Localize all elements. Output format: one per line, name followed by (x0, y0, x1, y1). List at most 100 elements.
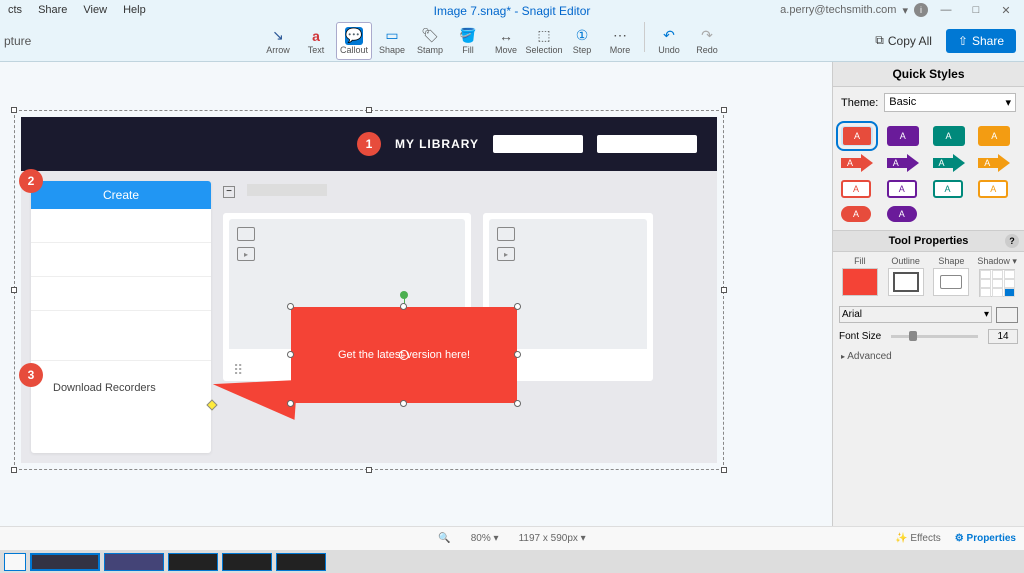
style-outline[interactable]: A (978, 180, 1008, 198)
font-size-slider[interactable] (891, 335, 978, 338)
font-size-input[interactable]: 14 (988, 329, 1018, 344)
callout-handle[interactable] (287, 303, 294, 310)
drag-handle-icon[interactable]: ⠿ (233, 367, 244, 373)
style-outline[interactable]: A (933, 180, 963, 198)
minimize-button[interactable]: — (934, 2, 958, 18)
shadow-swatch[interactable] (979, 269, 1015, 297)
copy-all-button[interactable]: ⧉Copy All (867, 29, 940, 52)
dimensions-display[interactable]: 1197 x 590px ▾ (519, 533, 586, 544)
download-recorders-row[interactable]: 3 Download Recorders (31, 361, 211, 415)
resize-handle[interactable] (11, 107, 17, 113)
canvas-area[interactable]: 1 MY LIBRARY 2 Create 3 (0, 62, 832, 548)
callout-handle[interactable] (400, 303, 407, 310)
theme-select[interactable]: Basic ▾ (884, 93, 1016, 112)
style-arrow[interactable]: A (933, 154, 965, 172)
thumbnail-tray[interactable] (0, 550, 1024, 573)
tool-group: ↘Arrow aText 💬Callout ▭Shape 🏷Stamp 🪣Fil… (260, 22, 725, 60)
resize-handle[interactable] (721, 107, 727, 113)
properties-button[interactable]: ⚙ Properties (955, 533, 1016, 544)
tool-callout[interactable]: 💬Callout (336, 22, 372, 60)
redo-button[interactable]: ↷Redo (689, 22, 725, 60)
info-icon[interactable]: i (914, 3, 928, 17)
resize-handle[interactable] (11, 467, 17, 473)
font-select[interactable]: Arial ▾ (839, 306, 992, 323)
callout-handle[interactable] (400, 400, 407, 407)
help-icon[interactable]: ? (1005, 234, 1019, 248)
selection-icon: ⬚ (535, 27, 553, 45)
callout-handle[interactable] (287, 351, 294, 358)
fill-swatch[interactable] (842, 268, 878, 296)
copy-icon: ⧉ (875, 33, 884, 48)
effects-button[interactable]: ✨ Effects (895, 533, 941, 544)
fill-icon: 🪣 (459, 27, 477, 45)
step-badge-3[interactable]: 3 (19, 363, 43, 387)
resize-handle[interactable] (721, 467, 727, 473)
resize-handle[interactable] (366, 467, 372, 473)
resize-handle[interactable] (11, 287, 17, 293)
tool-shape[interactable]: ▭Shape (374, 22, 410, 60)
style-swatch[interactable]: A (887, 126, 919, 146)
zoom-level[interactable]: 80% ▾ (471, 533, 499, 544)
outline-swatch[interactable] (888, 268, 924, 296)
stamp-icon: 🏷 (421, 27, 439, 45)
step-badge-1[interactable]: 1 (357, 132, 381, 156)
style-arrow[interactable]: A (978, 154, 1010, 172)
zoom-icon[interactable]: 🔍 (438, 533, 450, 544)
shape-swatch[interactable] (933, 268, 969, 296)
resize-handle[interactable] (366, 107, 372, 113)
style-swatch[interactable]: A (978, 126, 1010, 146)
style-outline[interactable]: A (887, 180, 917, 198)
tool-step[interactable]: ①Step (564, 22, 600, 60)
tray-thumb[interactable] (104, 553, 164, 571)
undo-icon: ↶ (660, 27, 678, 45)
step-badge-2[interactable]: 2 (19, 169, 43, 193)
resize-handle[interactable] (721, 287, 727, 293)
tool-selection[interactable]: ⬚Selection (526, 22, 562, 60)
font-color[interactable] (996, 307, 1018, 323)
style-swatch[interactable]: A (933, 126, 965, 146)
tool-move[interactable]: ↔Move (488, 22, 524, 60)
document-selection[interactable]: 1 MY LIBRARY 2 Create 3 (14, 110, 724, 470)
advanced-toggle[interactable]: Advanced (833, 347, 1024, 366)
callout-handle[interactable] (514, 351, 521, 358)
collapse-button[interactable]: − (223, 186, 235, 198)
style-arrow[interactable]: A (841, 154, 873, 172)
menu-item[interactable]: View (75, 4, 115, 16)
style-outline[interactable]: A (841, 180, 871, 198)
menu-item[interactable]: Help (115, 4, 154, 16)
style-swatch[interactable]: A (841, 126, 873, 146)
prop-label: Shape (938, 256, 964, 266)
maximize-button[interactable]: □ (964, 2, 988, 18)
close-button[interactable]: ✕ (994, 2, 1018, 18)
menu-item[interactable]: Share (30, 4, 75, 16)
tray-thumb[interactable] (168, 553, 218, 571)
undo-button[interactable]: ↶Undo (651, 22, 687, 60)
move-icon: ↔ (497, 27, 515, 45)
user-email[interactable]: a.perry@techsmith.com (780, 4, 896, 16)
create-button[interactable]: Create (31, 181, 211, 209)
tray-thumb[interactable] (30, 553, 100, 571)
doc-header: 1 MY LIBRARY (21, 117, 717, 171)
user-dropdown-icon[interactable]: ▾ (902, 4, 908, 17)
callout-tail[interactable] (211, 374, 298, 420)
style-pill[interactable]: A (841, 206, 871, 222)
sidebar-row (31, 243, 211, 277)
callout-box[interactable]: Get the latest version here! + (291, 307, 517, 403)
tray-thumb[interactable] (222, 553, 272, 571)
tray-thumb[interactable] (4, 553, 26, 571)
center-handle[interactable]: + (399, 350, 409, 360)
menu-item[interactable]: cts (0, 4, 30, 16)
style-pill[interactable]: A (887, 206, 917, 222)
share-button[interactable]: ⇧Share (946, 29, 1016, 53)
tool-more[interactable]: ⋯More (602, 22, 638, 60)
tray-thumb[interactable] (276, 553, 326, 571)
tool-stamp[interactable]: 🏷Stamp (412, 22, 448, 60)
tool-fill[interactable]: 🪣Fill (450, 22, 486, 60)
tool-arrow[interactable]: ↘Arrow (260, 22, 296, 60)
callout-handle[interactable] (514, 303, 521, 310)
tool-text[interactable]: aText (298, 22, 334, 60)
more-icon: ⋯ (611, 27, 629, 45)
callout-handle[interactable] (514, 400, 521, 407)
style-arrow[interactable]: A (887, 154, 919, 172)
callout-handle[interactable] (287, 400, 294, 407)
